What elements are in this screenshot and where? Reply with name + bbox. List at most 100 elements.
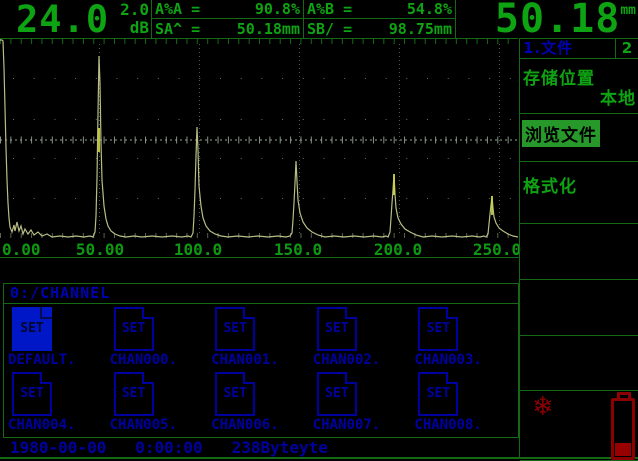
- folded-corner-icon: [446, 307, 458, 319]
- folded-corner-icon: [142, 307, 154, 319]
- file-name: CHAN005.: [110, 417, 177, 433]
- set-file-icon: SET: [418, 307, 458, 351]
- menu-item-format[interactable]: 格式化: [520, 162, 638, 224]
- set-icon-label: SET: [319, 386, 355, 401]
- ascan-plot: [0, 38, 518, 240]
- set-file-icon: SET: [215, 372, 255, 416]
- file-item-default[interactable]: SET DEFAULT.: [8, 307, 110, 369]
- measurement-value: 54.8%: [352, 0, 452, 18]
- folded-corner-icon: [243, 372, 255, 384]
- set-file-icon: SET: [12, 372, 52, 416]
- set-icon-label: SET: [319, 321, 355, 336]
- menu-page-indicator: 2: [615, 39, 638, 58]
- file-name: DEFAULT.: [8, 352, 75, 368]
- file-item-chan000[interactable]: SET CHAN000.: [110, 307, 212, 369]
- file-name: CHAN000.: [110, 352, 177, 368]
- folded-corner-icon: [40, 307, 52, 319]
- file-item-chan008[interactable]: SET CHAN008.: [414, 372, 516, 434]
- menu-item-label: 存储位置: [523, 64, 595, 89]
- measurement-value: 50.18mm: [200, 20, 300, 38]
- set-icon-label: SET: [217, 321, 253, 336]
- gain-step-and-unit: 2.0 dB: [113, 1, 149, 37]
- set-file-icon: SET: [114, 372, 154, 416]
- file-name: CHAN004.: [8, 417, 75, 433]
- menu-empty-slot: [520, 280, 638, 336]
- set-file-icon: SET: [114, 307, 154, 351]
- menu-item-browse-files[interactable]: 浏览文件: [520, 114, 638, 162]
- file-grid: SET DEFAULT. SET CHAN000. SET CHAN001. S…: [4, 304, 518, 434]
- set-icon-label: SET: [217, 386, 253, 401]
- primary-reading-value: 50.18: [495, 0, 620, 42]
- status-date: 1980-00-00: [10, 438, 106, 457]
- status-time: 0:00:00: [135, 438, 202, 457]
- menu-item-label: 格式化: [523, 172, 577, 197]
- measurement-value: 98.75mm: [352, 20, 452, 38]
- measurement-label: A%B =: [307, 0, 352, 18]
- file-item-chan002[interactable]: SET CHAN002.: [313, 307, 415, 369]
- primary-reading-unit: mm: [620, 3, 636, 18]
- measurement-sb: SB/ = 98.75mm: [304, 19, 456, 38]
- file-item-chan007[interactable]: SET CHAN007.: [313, 372, 415, 434]
- device-screen: 24.0 2.0 dB A%A = 90.8% SA^ = 50.18mm A%…: [0, 0, 638, 461]
- set-file-icon: SET: [12, 307, 52, 351]
- gain-step-value: 2.0: [113, 1, 149, 19]
- file-name: CHAN007.: [313, 417, 380, 433]
- sidebar-status-icons: ❄: [520, 391, 638, 461]
- set-icon-label: SET: [420, 386, 456, 401]
- freeze-icon: ❄: [532, 394, 554, 420]
- measurement-label: SA^ =: [155, 20, 200, 38]
- set-file-icon: SET: [317, 372, 357, 416]
- measurement-a-pct-b: A%B = 54.8%: [304, 0, 456, 19]
- file-name: CHAN008.: [414, 417, 481, 433]
- gain-unit: dB: [113, 19, 149, 37]
- battery-level-fill: [615, 443, 631, 456]
- folded-corner-icon: [40, 372, 52, 384]
- folded-corner-icon: [345, 307, 357, 319]
- menu-item-storage-location[interactable]: 存储位置 本地: [520, 59, 638, 114]
- menu-header: 1.文件 2: [520, 38, 638, 59]
- waveform-svg: [0, 38, 518, 240]
- battery-icon: [611, 398, 635, 460]
- file-name: CHAN002.: [313, 352, 380, 368]
- set-file-icon: SET: [418, 372, 458, 416]
- file-item-chan005[interactable]: SET CHAN005.: [110, 372, 212, 434]
- set-file-icon: SET: [215, 307, 255, 351]
- measurement-label: SB/ =: [307, 20, 352, 38]
- menu-sidebar: 1.文件 2 存储位置 本地 浏览文件 格式化 ❄: [519, 38, 638, 458]
- measurement-sa: SA^ = 50.18mm: [152, 19, 304, 38]
- file-name: CHAN003.: [414, 352, 481, 368]
- measurement-a-pct-a: A%A = 90.8%: [152, 0, 304, 19]
- gain-value: 24.0: [16, 0, 109, 41]
- set-icon-label: SET: [116, 321, 152, 336]
- folded-corner-icon: [243, 307, 255, 319]
- file-item-chan004[interactable]: SET CHAN004.: [8, 372, 110, 434]
- file-item-chan006[interactable]: SET CHAN006.: [211, 372, 313, 434]
- status-file-size: 238Byteyte: [232, 438, 328, 457]
- menu-item-label-selected: 浏览文件: [522, 120, 600, 147]
- set-icon-label: SET: [14, 321, 50, 336]
- menu-empty-slot: [520, 224, 638, 280]
- file-item-chan003[interactable]: SET CHAN003.: [414, 307, 516, 369]
- menu-item-value: 本地: [600, 84, 636, 109]
- file-name: CHAN006.: [211, 417, 278, 433]
- file-item-chan001[interactable]: SET CHAN001.: [211, 307, 313, 369]
- file-name: CHAN001.: [211, 352, 278, 368]
- divider-line: [0, 257, 520, 258]
- measurement-readouts: A%A = 90.8% SA^ = 50.18mm A%B = 54.8% SB…: [151, 0, 456, 38]
- measurement-label: A%A =: [155, 0, 200, 18]
- folded-corner-icon: [446, 372, 458, 384]
- menu-empty-slot: [520, 336, 638, 391]
- status-bar: 1980-00-00 0:00:00 238Byteyte: [0, 438, 530, 457]
- folded-corner-icon: [345, 372, 357, 384]
- set-icon-label: SET: [420, 321, 456, 336]
- measurement-value: 90.8%: [200, 0, 300, 18]
- menu-title: 1.文件: [520, 39, 615, 58]
- top-readout-bar: 24.0 2.0 dB A%A = 90.8% SA^ = 50.18mm A%…: [0, 0, 638, 38]
- file-path: 0:/CHANNEL: [4, 284, 518, 304]
- primary-reading: 50.18mm: [495, 0, 636, 42]
- folded-corner-icon: [142, 372, 154, 384]
- set-file-icon: SET: [317, 307, 357, 351]
- file-browser: 0:/CHANNEL SET DEFAULT. SET CHAN000. SET…: [3, 283, 519, 438]
- x-axis-labels: 0.00 50.00 100.0 150.0 200.0 250.0: [0, 240, 520, 257]
- set-icon-label: SET: [116, 386, 152, 401]
